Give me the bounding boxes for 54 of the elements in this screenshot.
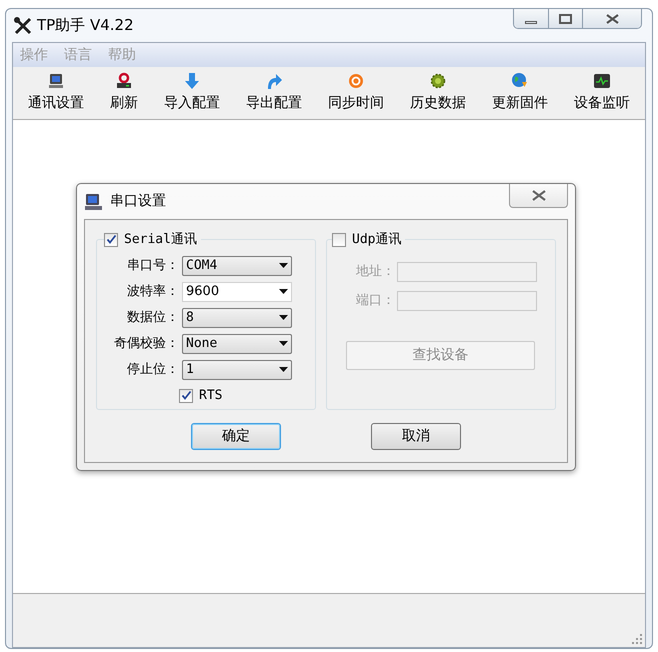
dropdown[interactable]: COM4 (182, 256, 292, 276)
computer-icon (47, 72, 65, 90)
checkbox[interactable] (104, 232, 118, 247)
field-label: 串口号： (126, 256, 179, 275)
caret-icon (279, 263, 288, 268)
dropdown[interactable]: None (182, 334, 292, 354)
baud-combo-box[interactable]: 9600 (182, 282, 292, 302)
caret-icon (279, 289, 288, 294)
computer-icon (84, 192, 104, 212)
dialog-button[interactable]: 取消 (371, 423, 461, 450)
field-label: 奇偶校验： (113, 334, 179, 353)
caret-icon (279, 367, 288, 372)
udp-label: Udp通讯 (352, 231, 402, 249)
curved-arrow-icon (265, 72, 283, 90)
toolbar-button[interactable]: 同步时间 (326, 72, 386, 114)
check-icon (106, 234, 116, 246)
close-icon (606, 14, 618, 24)
maximize-button[interactable] (549, 9, 583, 28)
close-icon (532, 190, 546, 201)
window-title: TP助手 V4.22 (37, 15, 134, 36)
serial-label: Serial通讯 (124, 231, 197, 249)
caret-icon (279, 315, 288, 320)
checkbox[interactable] (332, 232, 346, 247)
toolbar-button[interactable]: 更新固件 (490, 72, 550, 114)
field-label: 地址： (355, 263, 395, 282)
resize-grip-icon (632, 634, 642, 644)
check-icon (180, 390, 192, 402)
caret-icon (279, 341, 288, 346)
field-label: 停止位： (126, 360, 179, 379)
sync-icon (347, 72, 365, 90)
minimize-button[interactable] (514, 9, 549, 28)
dialog-button[interactable]: 确定 (191, 423, 281, 450)
checkbox[interactable] (179, 388, 193, 403)
rts-label: RTS (199, 387, 222, 405)
toolbar-button[interactable]: 通讯设置 (26, 72, 86, 114)
dialog-title: 串口设置 (110, 192, 166, 211)
globe-icon (511, 72, 529, 90)
disk-icon (115, 72, 133, 90)
toolbar-button[interactable]: 导入配置 (162, 72, 222, 114)
close-button[interactable] (509, 184, 568, 208)
toolbar-button[interactable]: 刷新 (108, 72, 140, 114)
toolbar-button[interactable]: 历史数据 (408, 72, 468, 114)
toolbar-button[interactable]: 导出配置 (244, 72, 304, 114)
tools-icon (13, 16, 33, 36)
dropdown[interactable]: 8 (182, 308, 292, 328)
field-label: 波特率： (126, 282, 179, 301)
gear-icon (429, 72, 447, 90)
field-label: 端口： (355, 292, 395, 310)
toolbar-button[interactable]: 设备监听 (572, 72, 632, 114)
field-label: 数据位： (126, 308, 179, 327)
dropdown[interactable]: 1 (182, 360, 292, 380)
monitor-icon (593, 72, 611, 90)
down-arrow-icon (183, 72, 201, 90)
close-button[interactable] (583, 9, 641, 28)
